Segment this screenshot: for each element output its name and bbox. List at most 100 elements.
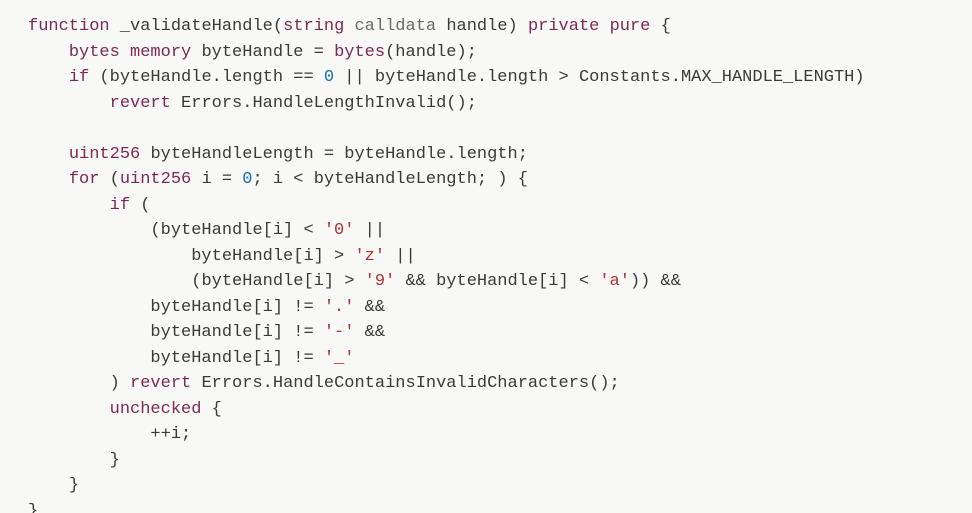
code-token: '-' [324, 323, 355, 342]
code-token: revert [130, 374, 191, 393]
code-token: Errors.HandleContainsInvalidCharacters [201, 374, 589, 393]
code-line: ) revert Errors.HandleContainsInvalidCha… [28, 371, 964, 397]
code-token: ( [150, 221, 160, 240]
code-line: (byteHandle[i] < '0' || [28, 218, 964, 244]
code-token: for [69, 170, 100, 189]
code-token: ( [191, 272, 201, 291]
code-token: pure [610, 17, 651, 36]
code-token: bytes memory [69, 43, 191, 62]
code-token: byteHandle [201, 43, 303, 62]
code-token: || [334, 68, 375, 87]
code-token: ( [385, 43, 395, 62]
code-line: for (uint256 i = 0; i < byteHandleLength… [28, 167, 964, 193]
code-token [344, 17, 354, 36]
code-line: function _validateHandle(string calldata… [28, 14, 964, 40]
code-token: ( [130, 196, 150, 215]
code-token: ; [518, 145, 528, 164]
code-token: < [569, 272, 600, 291]
code-token: byteHandle[i] [161, 221, 294, 240]
code-token: > [334, 272, 365, 291]
code-line: ++i; [28, 422, 964, 448]
code-token: > [324, 247, 355, 266]
code-token: i [273, 170, 283, 189]
code-token: _validateHandle [120, 17, 273, 36]
code-token: ; [181, 425, 191, 444]
code-token: 'a' [599, 272, 630, 291]
code-token: 0 [242, 170, 252, 189]
code-token: byteHandle[i] [201, 272, 334, 291]
code-token: byteHandle.length [344, 145, 517, 164]
code-token: byteHandle[i] [191, 247, 324, 266]
code-line: } [28, 499, 964, 513]
code-token: handle [395, 43, 456, 62]
code-token: ; ) { [477, 170, 528, 189]
code-line: byteHandle[i] > 'z' || [28, 244, 964, 270]
code-token [436, 17, 446, 36]
code-line: if (byteHandle.length == 0 || byteHandle… [28, 65, 964, 91]
code-token: 'z' [354, 247, 385, 266]
code-token: private [528, 17, 599, 36]
code-token: i [171, 425, 181, 444]
code-token: } [28, 502, 38, 513]
code-token: function [28, 17, 110, 36]
code-line [28, 116, 964, 142]
code-token [191, 374, 201, 393]
code-token: '.' [324, 298, 355, 317]
code-token: byteHandleLength [314, 170, 477, 189]
code-token: Errors.HandleLengthInvalid [181, 94, 446, 113]
code-token [171, 94, 181, 113]
code-token: '_' [324, 349, 355, 368]
code-token: 0 [324, 68, 334, 87]
code-line: } [28, 473, 964, 499]
code-token: if [110, 196, 130, 215]
code-token: byteHandle[i] [436, 272, 569, 291]
code-token: byteHandle.length [110, 68, 283, 87]
code-token: '9' [365, 272, 396, 291]
code-token: || [354, 221, 385, 240]
code-token: { [650, 17, 670, 36]
code-line: uint256 byteHandleLength = byteHandle.le… [28, 142, 964, 168]
code-token: Constants.MAX_HANDLE_LENGTH [579, 68, 854, 87]
code-token: ; [252, 170, 272, 189]
code-token: && [354, 298, 385, 317]
code-token: = [303, 43, 334, 62]
code-token: string [283, 17, 344, 36]
code-token: && [354, 323, 385, 342]
code-token: byteHandle[i] [150, 323, 283, 342]
code-token: != [283, 298, 324, 317]
code-token: } [110, 451, 120, 470]
code-line: bytes memory byteHandle = bytes(handle); [28, 40, 964, 66]
code-token: uint256 [69, 145, 140, 164]
code-token: ); [457, 43, 477, 62]
code-line: if ( [28, 193, 964, 219]
code-token: && [395, 272, 436, 291]
code-token: != [283, 323, 324, 342]
code-token: byteHandle[i] [150, 298, 283, 317]
code-line: byteHandle[i] != '_' [28, 346, 964, 372]
code-token: i [201, 170, 211, 189]
code-token: unchecked [110, 400, 202, 419]
code-line: byteHandle[i] != '-' && [28, 320, 964, 346]
code-token: uint256 [120, 170, 191, 189]
code-token: handle [446, 17, 507, 36]
code-token: { [201, 400, 221, 419]
code-token: '0' [324, 221, 355, 240]
code-line: byteHandle[i] != '.' && [28, 295, 964, 321]
code-token: = [212, 170, 243, 189]
code-token: bytes [334, 43, 385, 62]
code-token: ) [110, 374, 130, 393]
code-token: byteHandle.length [375, 68, 548, 87]
code-token: > [548, 68, 579, 87]
code-token [191, 170, 201, 189]
code-line: } [28, 448, 964, 474]
code-token [599, 17, 609, 36]
code-block: function _validateHandle ( string calldata… [0, 0, 972, 513]
code-token [110, 17, 120, 36]
code-token [191, 43, 201, 62]
code-token: < [283, 170, 314, 189]
code-token: (); [589, 374, 620, 393]
code-token: calldata [354, 17, 436, 36]
code-token: < [293, 221, 324, 240]
code-token: if [69, 68, 89, 87]
code-token: byteHandleLength [150, 145, 313, 164]
